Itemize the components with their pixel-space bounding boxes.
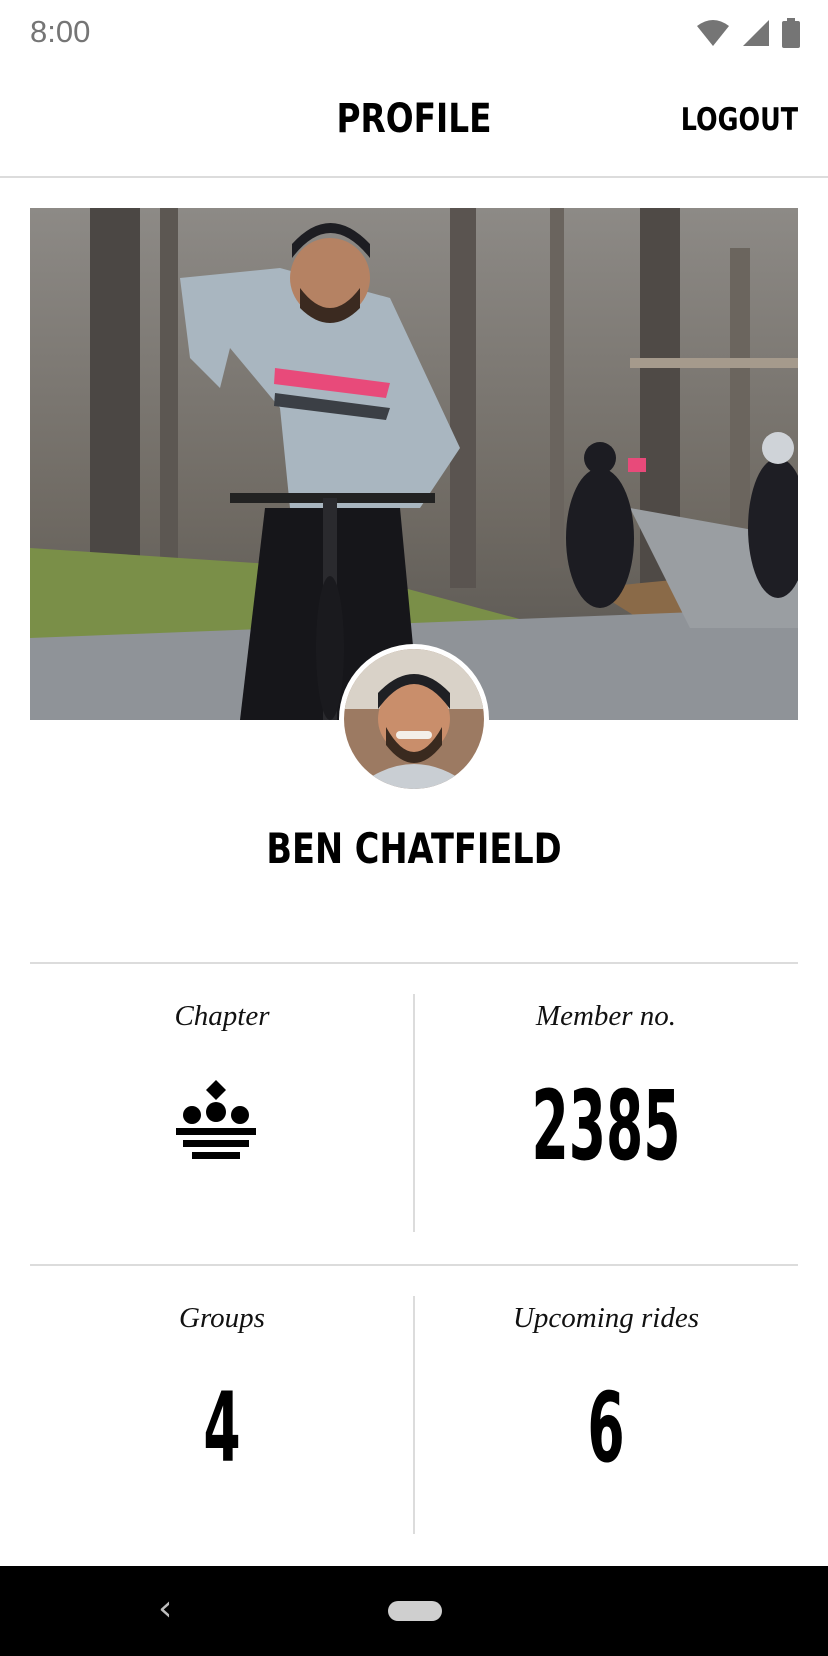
signal-icon	[743, 20, 769, 46]
status-icons	[696, 18, 800, 48]
system-nav-bar: ‹	[0, 1566, 828, 1656]
avatar[interactable]	[339, 644, 489, 794]
groups-value[interactable]: 4	[103, 1380, 341, 1476]
chapter-label: Chapter	[174, 1000, 270, 1032]
app-bar: PROFILE LOGOUT	[0, 68, 828, 178]
groups-label: Groups	[179, 1302, 265, 1334]
wifi-icon	[697, 20, 729, 46]
back-icon[interactable]: ‹	[158, 1588, 172, 1629]
divider	[30, 1264, 798, 1266]
profile-name: BEN CHATFIELD	[266, 824, 562, 873]
divider	[30, 962, 798, 964]
logout-button[interactable]: LOGOUT	[681, 102, 798, 138]
upcoming-rides-label: Upcoming rides	[512, 1302, 700, 1334]
chapter-crown-icon	[176, 1080, 256, 1165]
page-title: PROFILE	[336, 96, 492, 142]
upcoming-rides-value[interactable]: 6	[487, 1380, 725, 1476]
home-pill-icon[interactable]	[388, 1601, 442, 1621]
member-number-value: 2385	[531, 1070, 681, 1182]
status-time: 8:00	[30, 14, 91, 49]
member-number-label: Member no.	[535, 1000, 677, 1032]
status-bar: 8:00	[0, 0, 828, 68]
battery-icon	[782, 18, 800, 48]
